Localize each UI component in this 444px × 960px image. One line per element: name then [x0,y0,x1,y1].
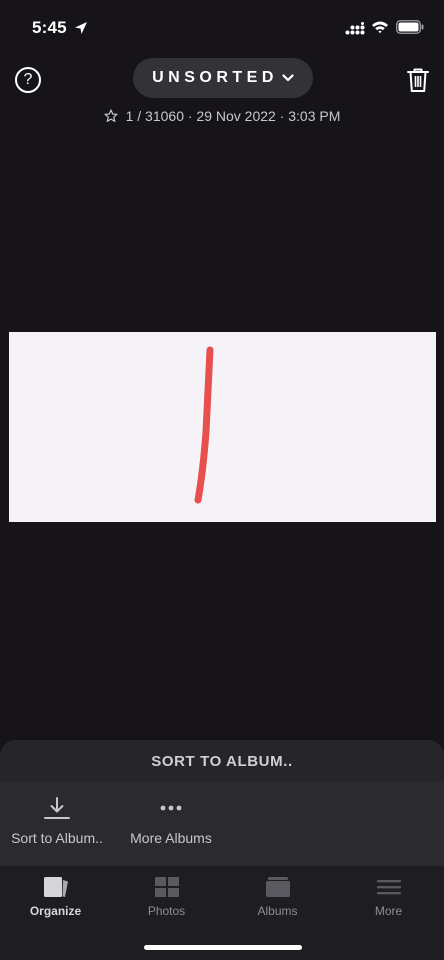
sort-to-album-button[interactable]: Sort to Album.. [4,796,110,846]
tab-photos-label: Photos [147,904,186,918]
photo-preview[interactable] [9,332,436,522]
screen: 5:45 ? UNSORTED 1 / 31060 · 29 Nov 2022 … [0,0,444,960]
tab-photos[interactable]: Photos [111,876,222,918]
album-dropdown[interactable]: UNSORTED [133,58,313,98]
photo-meta: 1 / 31060 · 29 Nov 2022 · 3:03 PM [0,106,444,126]
photos-grid-icon [154,877,179,897]
sort-sheet-title: SORT TO ALBUM.. [151,752,293,770]
tab-more-label: More [374,904,403,918]
tab-more[interactable]: More [333,876,444,918]
wifi-icon [372,21,388,34]
sort-sheet-body: Sort to Album.. More Albums [0,782,444,866]
download-icon [44,797,70,819]
sort-to-album-label: Sort to Album.. [11,830,103,846]
sort-sheet: SORT TO ALBUM.. Sort to Album.. More Alb… [0,740,444,866]
chevron-down-icon [282,74,294,82]
question-circle-icon: ? [23,71,33,88]
albums-icon [265,877,290,897]
menu-icon [376,880,401,895]
status-bar: 5:45 [0,0,444,56]
battery-icon [396,20,424,34]
status-time: 5:45 [32,18,67,37]
photo-drawing [194,346,214,504]
sort-sheet-header[interactable]: SORT TO ALBUM.. [0,740,444,782]
photo-meta-text: 1 / 31060 · 29 Nov 2022 · 3:03 PM [125,108,341,124]
home-indicator[interactable] [144,945,302,950]
tab-organize-label: Organize [29,904,82,918]
more-albums-label: More Albums [130,830,212,846]
trash-icon[interactable] [406,67,430,93]
more-dots-icon [160,805,182,811]
tab-organize[interactable]: Organize [0,876,111,918]
organize-icon [43,877,68,897]
signal-icon [345,22,365,35]
tab-albums[interactable]: Albums [222,876,333,918]
star-outline-icon[interactable] [103,109,118,123]
tab-albums-label: Albums [257,904,298,918]
help-button[interactable]: ? [15,67,41,93]
location-arrow-icon [75,22,87,34]
album-dropdown-label: UNSORTED [152,69,278,86]
more-albums-button[interactable]: More Albums [124,796,218,846]
